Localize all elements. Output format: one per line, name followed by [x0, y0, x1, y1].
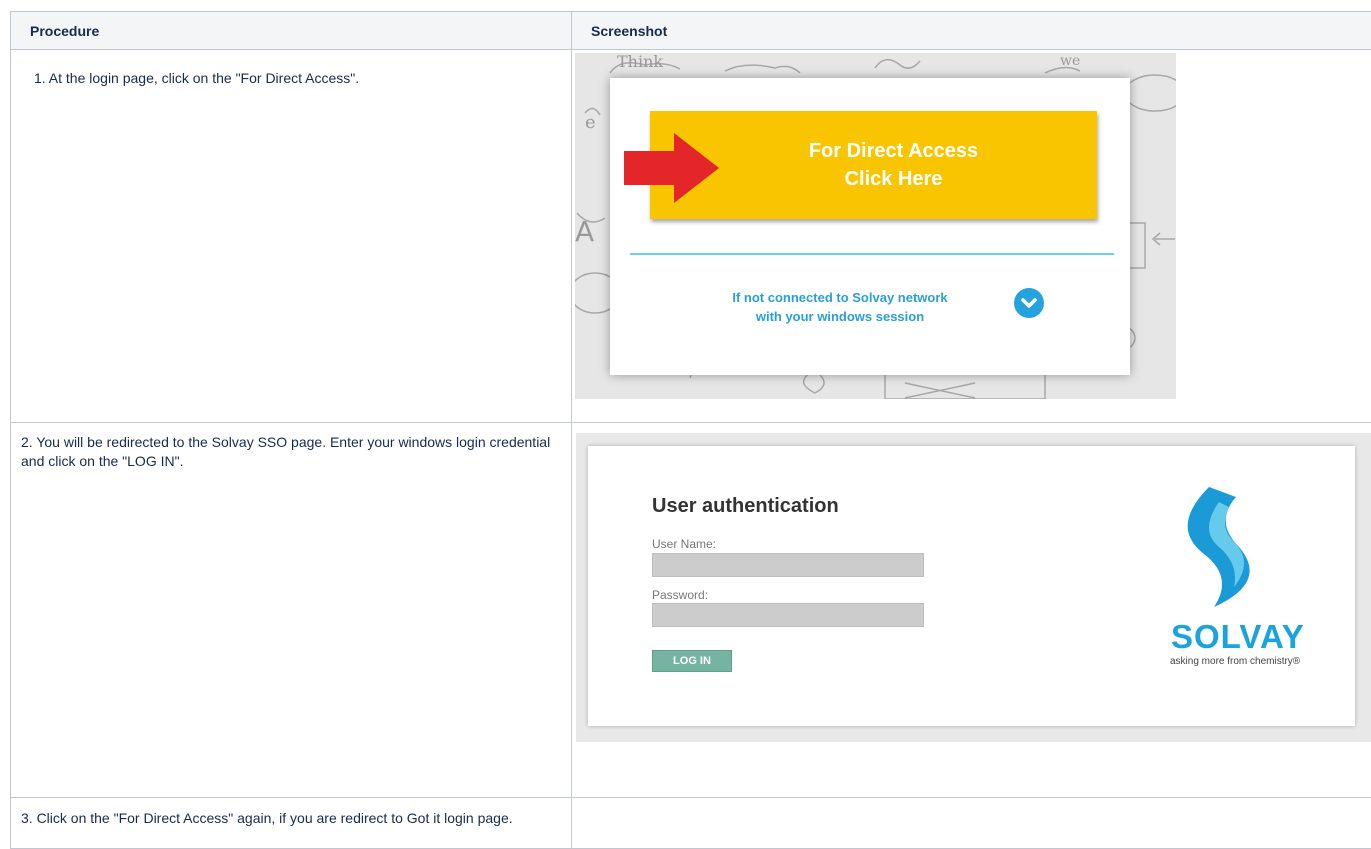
solvay-brand: SOLVAY [1171, 618, 1305, 656]
procedure-table: Procedure Screenshot 1. At the login pag… [10, 11, 1371, 849]
step-3-screenshot-cell [572, 798, 1371, 849]
step-2-cell: 2. You will be redirected to the Solvay … [11, 423, 572, 798]
step-1-screenshot-cell: Think e A we For Direct Access Click Her… [572, 50, 1371, 423]
login-modal: For Direct Access Click Here If not conn… [610, 78, 1130, 375]
sso-login-card: User authentication User Name: Password:… [588, 446, 1355, 726]
password-label: Password: [652, 588, 708, 602]
solvay-logo-icon [1164, 482, 1284, 612]
sso-login-screenshot: User authentication User Name: Password:… [576, 433, 1371, 742]
solvay-tagline: asking more from chemistry® [1170, 656, 1300, 667]
step-2-text: 2. You will be redirected to the Solvay … [21, 423, 563, 471]
auth-title: User authentication [652, 495, 839, 518]
not-connected-notice: If not connected to Solvay network with … [680, 288, 1000, 326]
notice-line2: with your windows session [680, 307, 1000, 326]
svg-text:A: A [575, 215, 594, 248]
svg-text:we: we [1060, 53, 1080, 69]
username-field[interactable] [652, 553, 924, 577]
step-2-screenshot-cell: User authentication User Name: Password:… [572, 423, 1371, 798]
username-label: User Name: [652, 537, 716, 551]
red-arrow-icon [624, 133, 734, 203]
header-screenshot: Screenshot [572, 12, 1371, 50]
step-3-cell: 3. Click on the "For Direct Access" agai… [11, 798, 572, 849]
step-1-cell: 1. At the login page, click on the "For … [11, 50, 572, 423]
svg-text:e: e [585, 112, 596, 133]
direct-access-screenshot: Think e A we For Direct Access Click Her… [575, 53, 1176, 399]
step-1-text: 1. At the login page, click on the "For … [21, 50, 563, 88]
notice-line1: If not connected to Solvay network [680, 288, 1000, 307]
chevron-down-icon[interactable] [1014, 288, 1044, 318]
login-button[interactable]: LOG IN [652, 650, 732, 672]
divider-line [630, 253, 1114, 255]
header-procedure: Procedure [11, 12, 572, 50]
password-field[interactable] [652, 603, 924, 627]
step-3-text: 3. Click on the "For Direct Access" agai… [21, 798, 563, 828]
svg-text:Think: Think [617, 53, 663, 71]
